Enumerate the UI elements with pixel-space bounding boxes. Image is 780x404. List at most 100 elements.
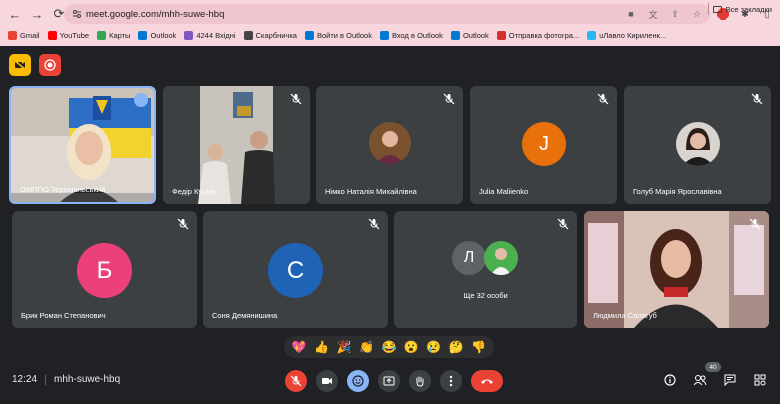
bookmark-label: Карты (109, 30, 131, 40)
present-button[interactable] (378, 370, 400, 392)
bookmark-item[interactable]: Outlook (138, 30, 177, 40)
bookmark-favicon-icon (97, 30, 107, 40)
participant-tile[interactable]: С Соня Демянишина (203, 211, 388, 328)
participant-name: Німко Наталія Михайлівна (325, 187, 417, 196)
info-icon (664, 374, 676, 386)
more-participants-label: Ще 32 особи (463, 291, 508, 300)
bookmark-label: 4244 Вхідні (196, 30, 236, 40)
bookmark-favicon-icon (587, 30, 597, 40)
folder-icon (712, 5, 722, 13)
participant-avatar: Б (77, 243, 132, 298)
reaction-thinking[interactable]: 🤔 (449, 341, 464, 353)
participant-name: Голуб Марія Ярославівна (633, 187, 722, 196)
participant-avatar: Л (452, 241, 486, 275)
recording-button[interactable] (39, 54, 61, 76)
people-icon (693, 375, 707, 386)
back-button[interactable]: ← (4, 5, 26, 23)
more-vert-icon (449, 375, 453, 387)
mic-off-icon (290, 93, 302, 105)
reaction-thumbs-up[interactable]: 👍 (314, 341, 329, 353)
participant-tile[interactable]: J Julia Maliienko (470, 86, 617, 204)
bookmark-star-icon[interactable]: ☆ (690, 7, 704, 21)
bookmark-item[interactable]: YouTube (47, 30, 90, 40)
call-controls (285, 370, 503, 392)
camera-off-icon (322, 378, 332, 384)
participant-name: Брик Роман Степанович (21, 311, 106, 320)
participant-name: Julia Maliienko (479, 187, 529, 196)
participant-tile[interactable]: Федір Куціль (163, 86, 310, 204)
participant-avatar: J (522, 122, 566, 166)
all-bookmarks[interactable]: Все закладки (707, 3, 772, 15)
bookmark-favicon-icon (8, 30, 17, 40)
reaction-laughing[interactable]: 😂 (381, 341, 396, 353)
bookmark-label: Gmail (20, 30, 40, 40)
participant-avatar (369, 122, 411, 164)
bookmark-item[interactable]: Войти в Outlook (304, 30, 372, 40)
leave-call-button[interactable] (471, 370, 503, 392)
chat-icon (724, 374, 736, 386)
site-info-icon[interactable] (68, 9, 86, 19)
bookmark-item[interactable]: Outlook (450, 30, 489, 40)
meeting-code: mhh-suwe-hbq (54, 374, 121, 385)
reactions-button[interactable] (347, 370, 369, 392)
share-icon[interactable]: ⇪ (668, 7, 682, 21)
camera-off-button[interactable] (9, 54, 31, 76)
bookmark-favicon-icon (47, 30, 57, 40)
participant-name: Людмила Салагуб (593, 311, 657, 320)
mic-toggle-button[interactable] (285, 370, 307, 392)
people-button[interactable] (692, 372, 708, 388)
bookmark-item[interactable]: Вход в Outlook (379, 30, 443, 40)
hang-up-icon (481, 379, 493, 384)
participant-tile[interactable]: Голуб Марія Ярославівна (624, 86, 771, 204)
participant-avatar (484, 241, 518, 275)
bookmark-item[interactable]: uЛавло Кириленк... (587, 30, 667, 40)
reaction-thumbs-down[interactable]: 👎 (471, 341, 486, 353)
reaction-surprised[interactable]: 😮 (404, 341, 419, 353)
mic-off-icon (177, 218, 189, 230)
bookmark-favicon-icon (184, 30, 194, 40)
bookmark-favicon-icon (450, 30, 460, 40)
participant-tile[interactable]: Б Брик Роман Степанович (12, 211, 197, 328)
meeting-details-button[interactable] (662, 372, 678, 388)
clock-time: 12:24 (12, 374, 38, 385)
bookmark-label: uЛавло Кириленк... (599, 30, 667, 40)
bookmark-item[interactable]: Скарбничка (243, 30, 297, 40)
reaction-clapping[interactable]: 👏 (359, 341, 374, 353)
mic-off-icon (751, 93, 763, 105)
reaction-party-popper[interactable]: 🎉 (337, 341, 352, 353)
bookmark-label: Outlook (150, 30, 177, 40)
bookmark-label: YouTube (59, 30, 90, 40)
reaction-sad[interactable]: 😢 (426, 341, 441, 353)
forward-button[interactable]: → (26, 5, 48, 23)
mic-off-icon (597, 93, 609, 105)
smile-icon (352, 375, 364, 387)
activities-button[interactable] (752, 372, 768, 388)
bookmark-label: Outlook (462, 30, 489, 40)
bookmark-item[interactable]: Отправка фотогра... (496, 30, 579, 40)
chat-button[interactable] (722, 372, 738, 388)
bookmark-favicon-icon (304, 30, 314, 40)
reaction-sparkling-heart[interactable]: 💖 (292, 341, 307, 353)
participant-tile[interactable]: Людмила Салагуб (584, 211, 769, 328)
participant-tile[interactable]: ОКІППО Тернопільський (9, 86, 156, 204)
mic-off-icon (749, 218, 761, 230)
more-participants-tile[interactable]: Л Ще 32 особи (394, 211, 577, 328)
camera-in-use-icon[interactable]: ■ (624, 7, 638, 21)
participant-tile[interactable]: Німко Наталія Михайлівна (316, 86, 463, 204)
address-bar[interactable]: meet.google.com/mhh-suwe-hbq ■ 文 ⇪ ☆ (64, 4, 710, 24)
participant-avatar (676, 122, 720, 166)
bookmark-item[interactable]: Карты (97, 30, 131, 40)
raise-hand-button[interactable] (409, 370, 431, 392)
bookmarks-bar: Gmail YouTube Карты Outlook 4244 Вхідні Скарб… (0, 26, 780, 44)
translate-icon[interactable]: 文 (646, 7, 660, 21)
mic-off-icon (290, 375, 302, 387)
bookmark-label: Скарбничка (255, 30, 297, 40)
activities-icon (754, 374, 766, 386)
reactions-bar: 💖 👍 🎉 👏 😂 😮 😢 🤔 👎 (284, 336, 494, 358)
more-options-button[interactable] (440, 370, 462, 392)
camera-toggle-button[interactable] (316, 370, 338, 392)
speaking-indicator-icon (134, 93, 148, 107)
mic-off-icon (557, 218, 569, 230)
bookmark-item[interactable]: Gmail (8, 30, 40, 40)
bookmark-item[interactable]: 4244 Вхідні (184, 30, 236, 40)
